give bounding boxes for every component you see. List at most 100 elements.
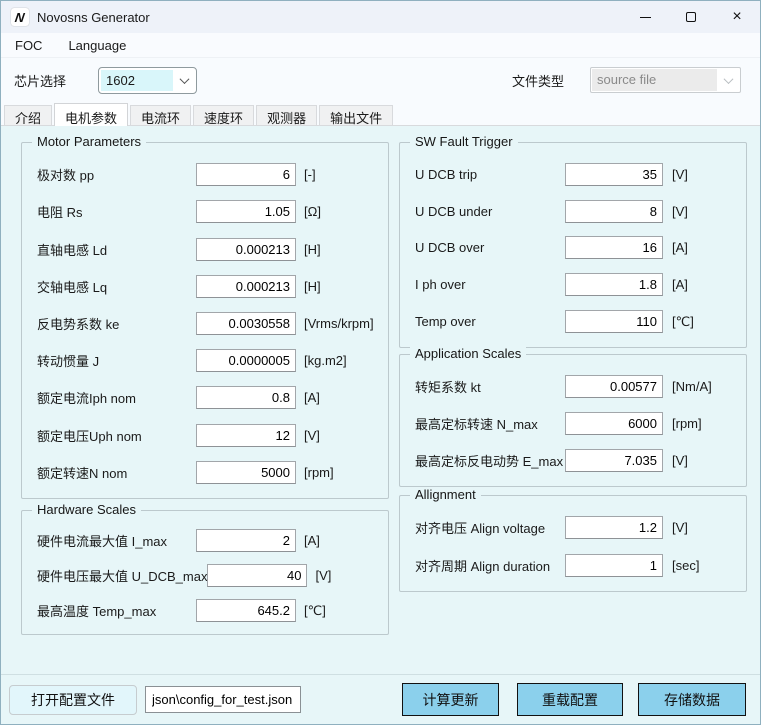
title-bar: N Novosns Generator × [1, 1, 760, 33]
config-path-input[interactable] [145, 686, 301, 713]
param-row: 转动惯量 J [kg.m2] [22, 349, 388, 372]
group-allignment: Allignment 对齐电压 Align voltage [V] 对齐周期 A… [399, 495, 747, 592]
menu-item-foc[interactable]: FOC [15, 38, 42, 53]
menu-item-language[interactable]: Language [68, 38, 126, 53]
param-unit: [rpm] [304, 465, 388, 480]
open-config-button[interactable]: 打开配置文件 [9, 685, 137, 715]
param-unit: [kg.m2] [304, 353, 388, 368]
param-row: 最高定标转速 N_max [rpm] [400, 412, 746, 435]
param-input-rs[interactable] [196, 200, 296, 223]
app-window: N Novosns Generator × FOC Language 芯片选择 … [0, 0, 761, 725]
param-row: 电阻 Rs [Ω] [22, 200, 388, 223]
tab-motor-params[interactable]: 电机参数 [54, 103, 128, 126]
param-input-temp-over[interactable] [565, 310, 663, 333]
param-input-pp[interactable] [196, 163, 296, 186]
param-input-iph-over[interactable] [565, 273, 663, 296]
param-input-uph-nom[interactable] [196, 424, 296, 447]
param-label: 最高定标转速 N_max [415, 414, 565, 433]
chip-select-combo[interactable]: 1602 [98, 67, 197, 94]
param-input-e-max[interactable] [565, 449, 663, 472]
param-input-i-max[interactable] [196, 529, 296, 552]
tab-speed-loop[interactable]: 速度环 [193, 105, 254, 125]
param-input-temp-max[interactable] [196, 599, 296, 622]
param-input-j[interactable] [196, 349, 296, 372]
file-type-value: source file [592, 69, 717, 91]
tab-page-motor-parameters: Motor Parameters 极对数 pp [-] 电阻 Rs [Ω] 直轴… [1, 125, 760, 674]
param-unit: [V] [304, 428, 388, 443]
param-input-udcb-max[interactable] [207, 564, 307, 587]
group-title: Hardware Scales [32, 502, 141, 517]
param-label: 转矩系数 kt [415, 377, 565, 396]
param-unit: [rpm] [672, 416, 746, 431]
param-row: I ph over [A] [400, 273, 746, 296]
tab-current-loop[interactable]: 电流环 [130, 105, 191, 125]
param-label: Temp over [415, 314, 565, 329]
maximize-button[interactable] [668, 1, 714, 33]
tab-observer[interactable]: 观测器 [256, 105, 317, 125]
param-unit: [Ω] [304, 204, 388, 219]
group-sw-fault-trigger: SW Fault Trigger U DCB trip [V] U DCB un… [399, 142, 747, 348]
param-unit: [sec] [672, 558, 746, 573]
param-unit: [A] [672, 277, 746, 292]
minimize-button[interactable] [622, 1, 668, 33]
param-input-kt[interactable] [565, 375, 663, 398]
param-input-udcb-over[interactable] [565, 236, 663, 259]
tab-output-files[interactable]: 输出文件 [319, 105, 393, 125]
calculate-update-button[interactable]: 计算更新 [402, 683, 499, 716]
control-row: 芯片选择 1602 文件类型 source file [1, 58, 760, 102]
param-row: U DCB trip [V] [400, 163, 746, 186]
param-unit: [V] [672, 167, 746, 182]
param-label: 额定电流Iph nom [37, 388, 196, 407]
chevron-down-icon [717, 68, 740, 92]
param-input-lq[interactable] [196, 275, 296, 298]
param-unit: [A] [672, 240, 746, 255]
param-input-ld[interactable] [196, 238, 296, 261]
file-type-combo: source file [590, 67, 741, 93]
reload-config-button[interactable]: 重载配置 [517, 683, 623, 716]
param-row: 额定电流Iph nom [A] [22, 386, 388, 409]
param-row: 对齐电压 Align voltage [V] [400, 516, 746, 539]
group-title: Allignment [410, 487, 481, 502]
param-row: 最高温度 Temp_max [℃] [22, 599, 388, 622]
tab-strip: 介绍 电机参数 电流环 速度环 观测器 输出文件 [1, 102, 760, 125]
window-title: Novosns Generator [37, 10, 150, 25]
param-input-udcb-trip[interactable] [565, 163, 663, 186]
param-label: U DCB under [415, 204, 565, 219]
chip-select-value: 1602 [101, 70, 173, 91]
param-unit: [Nm/A] [672, 379, 746, 394]
param-label: 额定转速N nom [37, 463, 196, 482]
param-unit: [A] [304, 533, 388, 548]
param-label: 极对数 pp [37, 165, 196, 184]
chevron-down-icon [173, 68, 196, 93]
param-unit: [H] [304, 279, 388, 294]
param-row: 额定电压Uph nom [V] [22, 424, 388, 447]
store-data-button[interactable]: 存储数据 [638, 683, 746, 716]
param-unit: [℃] [304, 603, 388, 619]
param-row: 转矩系数 kt [Nm/A] [400, 375, 746, 398]
param-input-align-voltage[interactable] [565, 516, 663, 539]
param-label: 最高温度 Temp_max [37, 601, 196, 620]
maximize-icon [686, 12, 696, 22]
close-button[interactable]: × [714, 1, 760, 33]
menu-bar: FOC Language [1, 33, 760, 58]
param-label: 对齐周期 Align duration [415, 556, 565, 575]
param-label: 硬件电压最大值 U_DCB_max [37, 566, 207, 585]
param-label: 交轴电感 Lq [37, 277, 196, 296]
param-input-ke[interactable] [196, 312, 296, 335]
group-body: 转矩系数 kt [Nm/A] 最高定标转速 N_max [rpm] 最高定标反电… [400, 355, 746, 486]
param-input-n-nom[interactable] [196, 461, 296, 484]
param-label: 电阻 Rs [37, 202, 196, 221]
tab-intro[interactable]: 介绍 [4, 105, 52, 125]
param-row: 最高定标反电动势 E_max [V] [400, 449, 746, 472]
param-input-udcb-under[interactable] [565, 200, 663, 223]
param-input-align-duration[interactable] [565, 554, 663, 577]
group-title: Application Scales [410, 346, 526, 361]
param-input-n-max[interactable] [565, 412, 663, 435]
group-body: U DCB trip [V] U DCB under [V] U DCB ove… [400, 143, 746, 347]
param-label: 硬件电流最大值 I_max [37, 531, 196, 550]
group-hardware-scales: Hardware Scales 硬件电流最大值 I_max [A] 硬件电压最大… [21, 510, 389, 635]
param-row: 硬件电流最大值 I_max [A] [22, 529, 388, 552]
group-title: SW Fault Trigger [410, 134, 518, 149]
param-input-iph-nom[interactable] [196, 386, 296, 409]
param-unit: [℃] [672, 314, 746, 330]
